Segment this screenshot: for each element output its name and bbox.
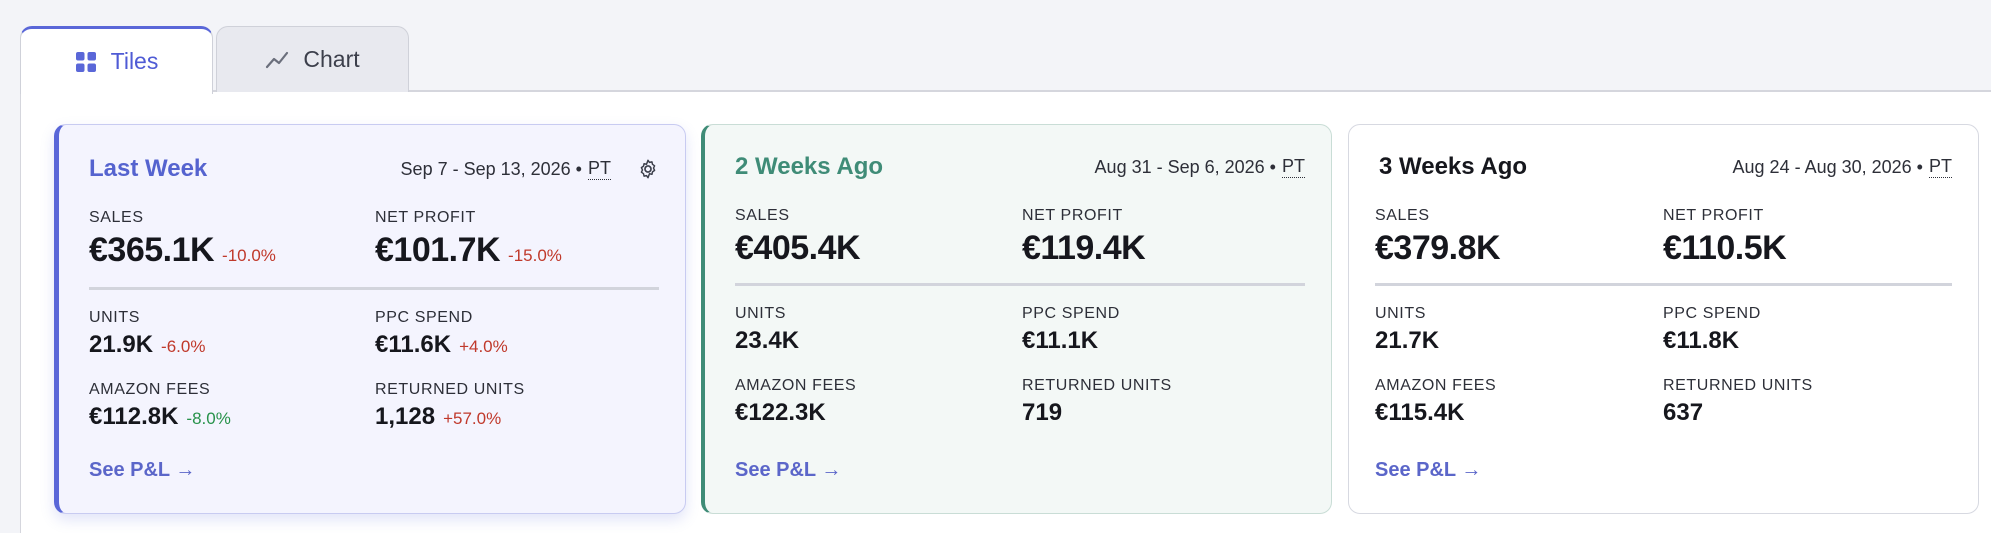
metric-value: 719: [1022, 399, 1063, 426]
grid-icon: [75, 51, 96, 72]
see-pl-link[interactable]: See P&L →: [89, 459, 195, 482]
divider: [89, 287, 659, 290]
metric-sales: SALES €405.4K: [735, 207, 861, 268]
metric-label: PPC SPEND: [1022, 305, 1120, 322]
metric-sales: SALES €379.8K: [1375, 207, 1501, 268]
date-range: Sep 7 - Sep 13, 2026 • PT: [401, 158, 659, 180]
metric-value: €405.4K: [735, 229, 861, 267]
date-range-text: Sep 7 - Sep 13, 2026 •: [400, 158, 582, 179]
line-chart-icon: [266, 51, 289, 68]
metric-units: UNITS 21.7K: [1375, 305, 1439, 355]
metric-delta: -10.0%: [222, 246, 276, 265]
metric-value: €122.3K: [735, 399, 826, 426]
metric-value: 637: [1663, 399, 1704, 426]
metric-amazon-fees: AMAZON FEES €112.8K -8.0%: [89, 381, 231, 431]
card-title: 2 Weeks Ago: [735, 153, 884, 180]
metric-value: 23.4K: [735, 327, 800, 354]
metric-label: NET PROFIT: [1663, 207, 1764, 224]
see-pl-link[interactable]: See P&L →: [1375, 459, 1481, 482]
metric-value: €110.5K: [1663, 229, 1787, 267]
metric-ppc-spend: PPC SPEND €11.1K: [1022, 305, 1120, 355]
date-range: Aug 31 - Sep 6, 2026 • PT: [1095, 156, 1305, 178]
metric-value: €115.4K: [1375, 399, 1465, 426]
period-card-2-weeks-ago: 2 Weeks Ago Aug 31 - Sep 6, 2026 • PT SA…: [701, 124, 1332, 514]
metric-value: €11.1K: [1022, 327, 1099, 354]
metric-label: AMAZON FEES: [89, 381, 211, 398]
timezone-label[interactable]: PT: [1928, 156, 1952, 178]
metric-returned-units: RETURNED UNITS 1,128 +57.0%: [375, 381, 525, 431]
metric-label: AMAZON FEES: [735, 377, 857, 394]
divider: [1375, 283, 1952, 286]
metric-value: €11.6K: [375, 331, 452, 358]
metric-delta: -6.0%: [161, 337, 206, 356]
timezone-label[interactable]: PT: [587, 158, 611, 180]
see-pl-link[interactable]: See P&L →: [735, 459, 841, 482]
period-card-last-week: Last Week Sep 7 - Sep 13, 2026 • PT SALE…: [54, 124, 686, 514]
date-range: Aug 24 - Aug 30, 2026 • PT: [1733, 156, 1952, 178]
metric-label: PPC SPEND: [1663, 305, 1761, 322]
date-range-text: Aug 24 - Aug 30, 2026 •: [1732, 156, 1923, 177]
card-title: Last Week: [89, 155, 208, 182]
metric-delta: +4.0%: [459, 337, 508, 356]
card-header: 2 Weeks Ago Aug 31 - Sep 6, 2026 • PT: [735, 151, 1305, 183]
metric-label: SALES: [735, 207, 790, 224]
tab-chart[interactable]: Chart: [216, 26, 409, 92]
metric-label: PPC SPEND: [375, 309, 473, 326]
metric-label: UNITS: [1375, 305, 1426, 322]
metric-label: NET PROFIT: [375, 209, 476, 226]
metric-value: €112.8K: [89, 403, 179, 430]
metric-amazon-fees: AMAZON FEES €122.3K: [735, 377, 856, 427]
metric-label: UNITS: [735, 305, 786, 322]
metric-value: €365.1K: [89, 231, 215, 269]
tab-chart-label: Chart: [303, 46, 360, 72]
date-range-text: Aug 31 - Sep 6, 2026 •: [1094, 156, 1276, 177]
metric-label: NET PROFIT: [1022, 207, 1123, 224]
metric-label: AMAZON FEES: [1375, 377, 1497, 394]
metric-label: RETURNED UNITS: [375, 381, 525, 398]
metric-sales: SALES €365.1K -10.0%: [89, 209, 276, 270]
metric-value: 1,128: [375, 403, 436, 430]
metric-label: SALES: [1375, 207, 1430, 224]
metric-value: 21.7K: [1375, 327, 1440, 354]
metric-returned-units: RETURNED UNITS 637: [1663, 377, 1813, 427]
metric-returned-units: RETURNED UNITS 719: [1022, 377, 1172, 427]
metric-label: RETURNED UNITS: [1022, 377, 1172, 394]
metric-ppc-spend: PPC SPEND €11.6K +4.0%: [375, 309, 508, 359]
period-card-3-weeks-ago: 3 Weeks Ago Aug 24 - Aug 30, 2026 • PT S…: [1348, 124, 1979, 514]
timezone-label[interactable]: PT: [1281, 156, 1305, 178]
card-title: 3 Weeks Ago: [1379, 153, 1528, 180]
metric-label: UNITS: [89, 309, 140, 326]
tab-tiles[interactable]: Tiles: [20, 26, 213, 94]
card-header: Last Week Sep 7 - Sep 13, 2026 • PT: [89, 153, 659, 185]
metric-label: RETURNED UNITS: [1663, 377, 1813, 394]
metric-value: €379.8K: [1375, 229, 1501, 267]
view-tabs: Tiles Chart: [20, 26, 1991, 94]
metric-net-profit: NET PROFIT €101.7K -15.0%: [375, 209, 562, 270]
metric-value: 21.9K: [89, 331, 154, 358]
metric-net-profit: NET PROFIT €119.4K: [1022, 207, 1146, 268]
metric-delta: -15.0%: [508, 246, 562, 265]
gear-icon[interactable]: [637, 158, 659, 180]
metric-label: SALES: [89, 209, 144, 226]
metric-delta: -8.0%: [186, 409, 231, 428]
divider: [735, 283, 1305, 286]
metric-ppc-spend: PPC SPEND €11.8K: [1663, 305, 1761, 355]
metric-units: UNITS 21.9K -6.0%: [89, 309, 205, 359]
metric-delta: +57.0%: [443, 409, 502, 428]
metric-value: €101.7K: [375, 231, 501, 269]
metric-net-profit: NET PROFIT €110.5K: [1663, 207, 1787, 268]
tab-tiles-label: Tiles: [110, 48, 159, 74]
metric-value: €119.4K: [1022, 229, 1146, 267]
metric-amazon-fees: AMAZON FEES €115.4K: [1375, 377, 1496, 427]
card-header: 3 Weeks Ago Aug 24 - Aug 30, 2026 • PT: [1379, 151, 1952, 183]
metric-value: €11.8K: [1663, 327, 1740, 354]
metric-units: UNITS 23.4K: [735, 305, 799, 355]
